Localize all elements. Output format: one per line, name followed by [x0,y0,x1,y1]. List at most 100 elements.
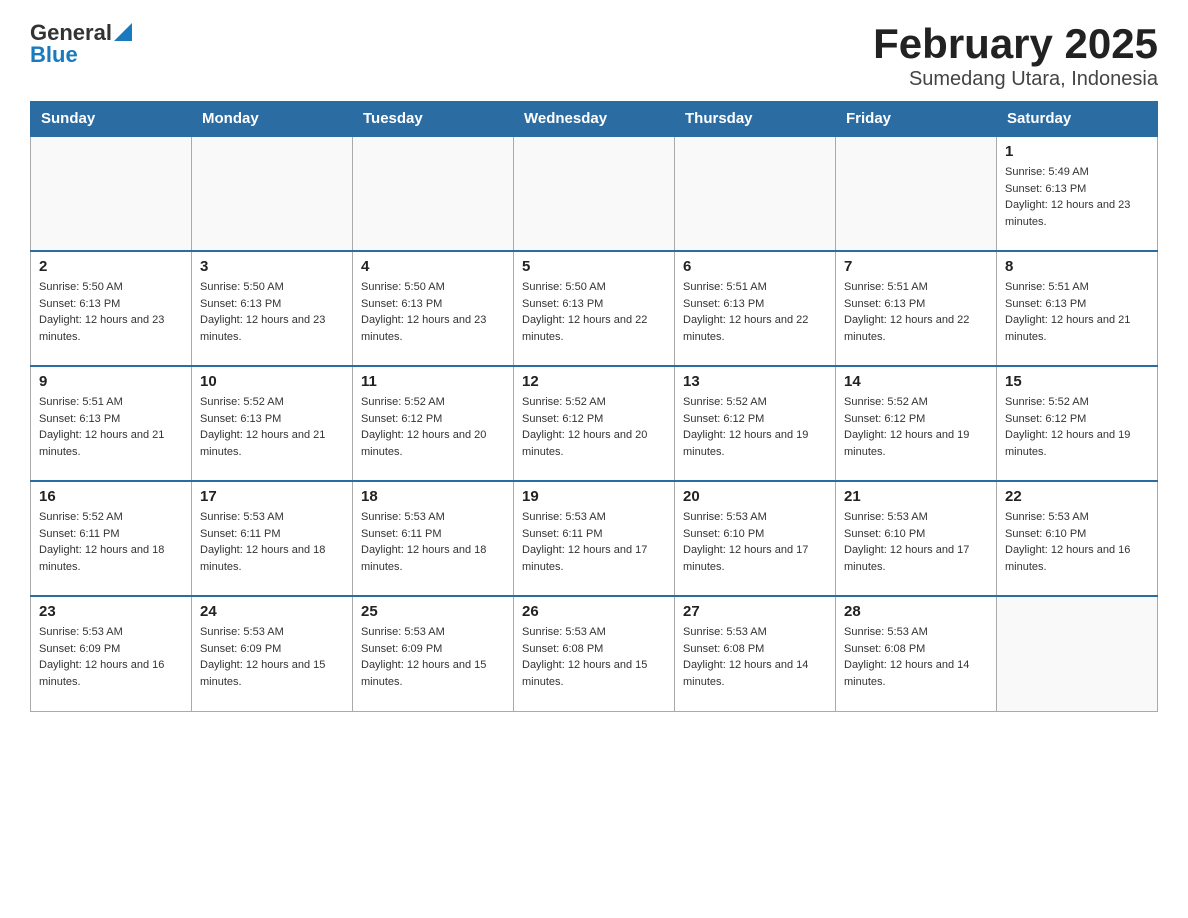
calendar-cell: 26 Sunrise: 5:53 AMSunset: 6:08 PMDayligh… [514,596,675,711]
day-info: Sunrise: 5:51 AMSunset: 6:13 PMDaylight:… [39,394,183,460]
day-number: 10 [200,373,344,390]
calendar-cell: 10 Sunrise: 5:52 AMSunset: 6:13 PMDayligh… [192,366,353,481]
calendar-cell: 6 Sunrise: 5:51 AMSunset: 6:13 PMDaylight… [675,251,836,366]
day-info: Sunrise: 5:50 AMSunset: 6:13 PMDaylight:… [361,279,505,345]
calendar-cell: 18Sunrise: 5:53 AMSunset: 6:11 PMDayligh… [353,481,514,596]
day-number: 7 [844,258,988,275]
day-number: 19 [522,488,666,505]
day-info: Sunrise: 5:51 AMSunset: 6:13 PMDaylight:… [844,279,988,345]
day-info: Sunrise: 5:50 AMSunset: 6:13 PMDaylight:… [39,279,183,345]
day-info: Sunrise: 5:50 AMSunset: 6:13 PMDaylight:… [522,279,666,345]
calendar-cell: 9 Sunrise: 5:51 AMSunset: 6:13 PMDaylight… [31,366,192,481]
week-row-4: 16 Sunrise: 5:52 AMSunset: 6:11 PMDayligh… [31,481,1158,596]
header-friday: Friday [836,102,997,137]
calendar-cell: 16 Sunrise: 5:52 AMSunset: 6:11 PMDayligh… [31,481,192,596]
calendar-cell: 1 Sunrise: 5:49 AMSunset: 6:13 PMDaylight… [997,136,1158,251]
day-number: 6 [683,258,827,275]
calendar-cell: 25Sunrise: 5:53 AMSunset: 6:09 PMDayligh… [353,596,514,711]
day-info: Sunrise: 5:53 AMSunset: 6:08 PMDaylight:… [522,624,666,690]
day-number: 23 [39,603,183,620]
calendar-cell: 20 Sunrise: 5:53 AMSunset: 6:10 PMDayligh… [675,481,836,596]
day-info: Sunrise: 5:53 AMSunset: 6:09 PMDaylight:… [200,624,344,690]
day-info: Sunrise: 5:53 AMSunset: 6:09 PMDaylight:… [361,624,505,690]
day-info: Sunrise: 5:53 AMSunset: 6:10 PMDaylight:… [683,509,827,575]
calendar-cell [192,136,353,251]
week-row-1: 1 Sunrise: 5:49 AMSunset: 6:13 PMDaylight… [31,136,1158,251]
day-number: 21 [844,488,988,505]
header-tuesday: Tuesday [353,102,514,137]
header-sunday: Sunday [31,102,192,137]
day-info: Sunrise: 5:53 AMSunset: 6:10 PMDaylight:… [1005,509,1149,575]
day-number: 8 [1005,258,1149,275]
header-monday: Monday [192,102,353,137]
day-number: 11 [361,373,505,390]
calendar-cell: 8Sunrise: 5:51 AMSunset: 6:13 PMDaylight… [997,251,1158,366]
day-info: Sunrise: 5:49 AMSunset: 6:13 PMDaylight:… [1005,164,1149,230]
week-row-3: 9 Sunrise: 5:51 AMSunset: 6:13 PMDaylight… [31,366,1158,481]
day-number: 20 [683,488,827,505]
calendar-cell: 3 Sunrise: 5:50 AMSunset: 6:13 PMDaylight… [192,251,353,366]
header-saturday: Saturday [997,102,1158,137]
calendar-cell: 22 Sunrise: 5:53 AMSunset: 6:10 PMDayligh… [997,481,1158,596]
calendar-cell: 15Sunrise: 5:52 AMSunset: 6:12 PMDayligh… [997,366,1158,481]
day-info: Sunrise: 5:53 AMSunset: 6:10 PMDaylight:… [844,509,988,575]
day-number: 2 [39,258,183,275]
logo-blue-text: Blue [30,42,132,68]
day-info: Sunrise: 5:53 AMSunset: 6:08 PMDaylight:… [844,624,988,690]
header-thursday: Thursday [675,102,836,137]
logo: General Blue [30,20,132,68]
calendar-table: Sunday Monday Tuesday Wednesday Thursday… [30,101,1158,712]
day-number: 28 [844,603,988,620]
day-number: 9 [39,373,183,390]
day-info: Sunrise: 5:52 AMSunset: 6:13 PMDaylight:… [200,394,344,460]
calendar-cell: 17Sunrise: 5:53 AMSunset: 6:11 PMDayligh… [192,481,353,596]
day-number: 14 [844,373,988,390]
week-row-2: 2 Sunrise: 5:50 AMSunset: 6:13 PMDaylight… [31,251,1158,366]
calendar-cell: 13 Sunrise: 5:52 AMSunset: 6:12 PMDayligh… [675,366,836,481]
day-number: 16 [39,488,183,505]
calendar-title: February 2025 [873,20,1158,68]
day-number: 3 [200,258,344,275]
day-number: 4 [361,258,505,275]
day-number: 26 [522,603,666,620]
day-info: Sunrise: 5:53 AMSunset: 6:11 PMDaylight:… [200,509,344,575]
calendar-cell: 23 Sunrise: 5:53 AMSunset: 6:09 PMDayligh… [31,596,192,711]
calendar-cell [353,136,514,251]
title-section: February 2025 Sumedang Utara, Indonesia [873,20,1158,91]
day-info: Sunrise: 5:52 AMSunset: 6:12 PMDaylight:… [522,394,666,460]
calendar-cell [836,136,997,251]
day-number: 1 [1005,143,1149,160]
calendar-cell: 2 Sunrise: 5:50 AMSunset: 6:13 PMDaylight… [31,251,192,366]
day-info: Sunrise: 5:50 AMSunset: 6:13 PMDaylight:… [200,279,344,345]
calendar-subtitle: Sumedang Utara, Indonesia [873,68,1158,91]
calendar-cell: 19 Sunrise: 5:53 AMSunset: 6:11 PMDayligh… [514,481,675,596]
day-info: Sunrise: 5:51 AMSunset: 6:13 PMDaylight:… [683,279,827,345]
day-info: Sunrise: 5:52 AMSunset: 6:12 PMDaylight:… [844,394,988,460]
calendar-cell: 28 Sunrise: 5:53 AMSunset: 6:08 PMDayligh… [836,596,997,711]
calendar-cell: 11 Sunrise: 5:52 AMSunset: 6:12 PMDayligh… [353,366,514,481]
day-info: Sunrise: 5:52 AMSunset: 6:12 PMDaylight:… [361,394,505,460]
day-number: 15 [1005,373,1149,390]
day-info: Sunrise: 5:52 AMSunset: 6:11 PMDaylight:… [39,509,183,575]
day-number: 5 [522,258,666,275]
calendar-cell: 14 Sunrise: 5:52 AMSunset: 6:12 PMDayligh… [836,366,997,481]
day-number: 12 [522,373,666,390]
calendar-cell: 24 Sunrise: 5:53 AMSunset: 6:09 PMDayligh… [192,596,353,711]
calendar-cell: 21 Sunrise: 5:53 AMSunset: 6:10 PMDayligh… [836,481,997,596]
day-number: 13 [683,373,827,390]
day-info: Sunrise: 5:53 AMSunset: 6:09 PMDaylight:… [39,624,183,690]
day-number: 22 [1005,488,1149,505]
day-number: 24 [200,603,344,620]
calendar-cell: 27Sunrise: 5:53 AMSunset: 6:08 PMDayligh… [675,596,836,711]
header-wednesday: Wednesday [514,102,675,137]
calendar-cell: 12 Sunrise: 5:52 AMSunset: 6:12 PMDayligh… [514,366,675,481]
page-header: General Blue February 2025 Sumedang Utar… [30,20,1158,91]
day-info: Sunrise: 5:53 AMSunset: 6:11 PMDaylight:… [522,509,666,575]
calendar-header-row: Sunday Monday Tuesday Wednesday Thursday… [31,102,1158,137]
week-row-5: 23 Sunrise: 5:53 AMSunset: 6:09 PMDayligh… [31,596,1158,711]
calendar-cell: 7 Sunrise: 5:51 AMSunset: 6:13 PMDaylight… [836,251,997,366]
calendar-cell [997,596,1158,711]
calendar-cell: 5 Sunrise: 5:50 AMSunset: 6:13 PMDaylight… [514,251,675,366]
calendar-cell [514,136,675,251]
day-info: Sunrise: 5:52 AMSunset: 6:12 PMDaylight:… [683,394,827,460]
